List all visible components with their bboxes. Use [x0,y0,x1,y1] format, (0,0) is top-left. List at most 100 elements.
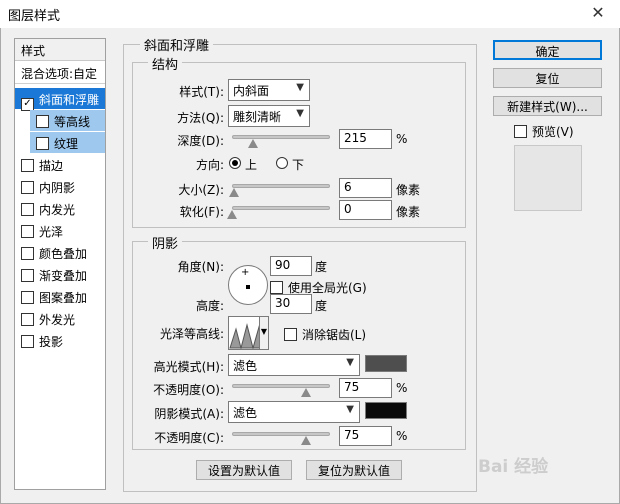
style-item-satin[interactable]: 光泽 [15,220,105,241]
shadow-mode-value: 滤色 [233,406,258,420]
preview-label: 预览(V) [532,125,574,139]
pattern-overlay-checkbox[interactable] [21,291,34,304]
outer-glow-checkbox[interactable] [21,313,34,326]
style-item-pattern-overlay[interactable]: 图案叠加 [15,286,105,307]
styles-header[interactable]: 样式 [15,39,105,61]
inner-glow-checkbox[interactable] [21,203,34,216]
preview-checkbox[interactable] [514,125,527,138]
soften-label: 软化(F): [179,205,224,219]
size-input[interactable]: 6 [339,178,392,198]
reset-default-button[interactable]: 复位为默认值 [306,460,402,480]
style-item-inner-glow[interactable]: 内发光 [15,198,105,219]
style-item-outer-glow[interactable]: 外发光 [15,308,105,329]
shadow-opacity-slider[interactable] [232,432,330,436]
depth-unit: % [396,132,408,146]
style-preview-swatch [514,145,582,211]
window-title: 图层样式 [8,9,61,24]
depth-slider-thumb[interactable] [247,139,258,148]
style-item-label: 纹理 [54,137,79,151]
inner-shadow-checkbox[interactable] [21,181,34,194]
antialias-option[interactable]: 消除锯齿(L) [284,326,366,343]
gloss-contour-label: 光泽等高线: [159,327,224,341]
soften-slider-thumb[interactable] [227,210,237,219]
angle-dial[interactable]: + [228,265,268,305]
shadow-mode-label: 阴影模式(A): [154,407,224,421]
preview-option[interactable]: 预览(V) [514,123,574,140]
altitude-input[interactable]: 30 [270,294,312,314]
blending-options-item[interactable]: 混合选项:自定 [15,61,105,84]
close-icon[interactable]: ✕ [586,2,610,24]
antialias-label: 消除锯齿(L) [302,328,367,342]
direction-up-radio[interactable] [229,157,241,169]
drop-shadow-checkbox[interactable] [21,335,34,348]
highlight-mode-value: 滤色 [233,359,258,373]
reset-button[interactable]: 复位 [493,68,602,88]
style-item-gradient-overlay[interactable]: 渐变叠加 [15,264,105,285]
contour-checkbox[interactable] [36,115,49,128]
shadow-mode-select[interactable]: 滤色 ▼ [228,401,360,423]
style-item-drop-shadow[interactable]: 投影 [15,330,105,351]
shadow-opacity-label: 不透明度(C): [154,431,224,445]
style-item-color-overlay[interactable]: 颜色叠加 [15,242,105,263]
style-item-label: 颜色叠加 [39,247,88,261]
soften-slider[interactable] [232,206,330,210]
style-item-bevel-emboss[interactable]: ✓ 斜面和浮雕 [15,88,105,111]
watermark: Bai 经验 [478,457,549,477]
style-item-inner-shadow[interactable]: 内阴影 [15,176,105,197]
angle-unit: 度 [315,260,328,274]
style-item-label: 等高线 [54,115,91,129]
ok-button[interactable]: 确定 [493,40,602,60]
highlight-opacity-slider[interactable] [232,384,330,388]
highlight-opacity-input[interactable]: 75 [339,378,392,398]
direction-down-radio[interactable] [276,157,288,169]
direction-label: 方向: [195,158,224,172]
size-label: 大小(Z): [178,183,224,197]
soften-input[interactable]: 0 [339,200,392,220]
structure-title: 结构 [148,54,183,73]
angle-input[interactable]: 90 [270,256,312,276]
depth-label: 深度(D): [177,134,224,148]
shadow-opacity-thumb[interactable] [300,436,311,445]
gradient-overlay-checkbox[interactable] [21,269,34,282]
crosshair-icon: + [241,267,250,278]
size-slider-thumb[interactable] [228,188,239,197]
highlight-opacity-thumb[interactable] [300,388,311,397]
title-bar [0,0,620,28]
style-label: 样式(T): [179,85,224,99]
bevel-style-select[interactable]: 内斜面 ▼ [228,79,310,101]
highlight-color-swatch[interactable] [365,355,407,372]
style-item-contour[interactable]: 等高线 [30,110,105,131]
shadow-opacity-unit: % [396,429,408,443]
make-default-button[interactable]: 设置为默认值 [196,460,292,480]
technique-select[interactable]: 雕刻清晰 ▼ [228,105,310,127]
chevron-down-icon: ▼ [346,357,354,368]
style-item-stroke[interactable]: 描边 [15,154,105,175]
shadow-opacity-input[interactable]: 75 [339,426,392,446]
highlight-mode-select[interactable]: 滤色 ▼ [228,354,360,376]
satin-checkbox[interactable] [21,225,34,238]
technique-label: 方法(Q): [177,111,224,125]
shadow-color-swatch[interactable] [365,402,407,419]
depth-input[interactable]: 215 [339,129,392,149]
contour-dropdown-arrow-icon[interactable]: ▼ [259,316,269,350]
altitude-label: 高度: [195,299,224,313]
color-overlay-checkbox[interactable] [21,247,34,260]
bevel-emboss-title: 斜面和浮雕 [140,35,214,54]
new-style-button[interactable]: 新建样式(W)... [493,96,602,116]
angle-label: 角度(N): [177,260,224,274]
style-item-label: 斜面和浮雕 [39,93,100,107]
antialias-checkbox[interactable] [284,328,297,341]
direction-down-label: 下 [292,158,305,172]
highlight-mode-label: 高光模式(H): [153,360,224,374]
chevron-down-icon: ▼ [346,404,354,415]
stroke-checkbox[interactable] [21,159,34,172]
shading-title: 阴影 [148,233,183,252]
texture-checkbox[interactable] [36,137,49,150]
size-slider[interactable] [232,184,330,188]
highlight-opacity-unit: % [396,381,408,395]
style-item-texture[interactable]: 纹理 [30,132,105,153]
angle-center-dot [246,285,250,289]
bevel-style-value: 内斜面 [233,84,270,98]
highlight-opacity-label: 不透明度(O): [153,383,224,397]
global-light-checkbox[interactable] [270,281,283,294]
